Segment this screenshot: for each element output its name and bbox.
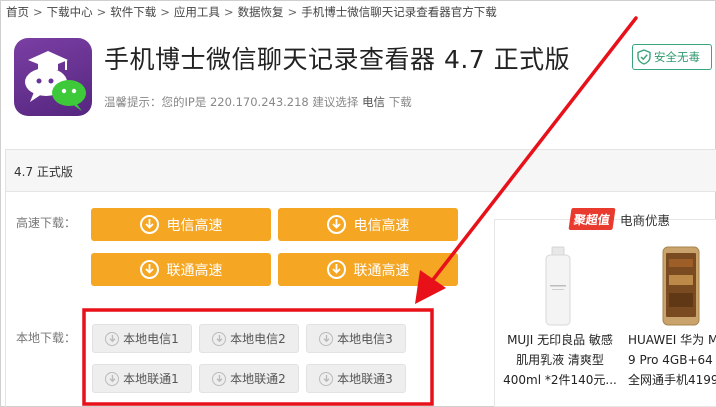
annotation-overlay xyxy=(82,16,638,406)
highlight-box xyxy=(82,308,434,406)
annotation-arrow-head xyxy=(415,270,446,304)
annotation-arrow-line xyxy=(423,16,638,292)
